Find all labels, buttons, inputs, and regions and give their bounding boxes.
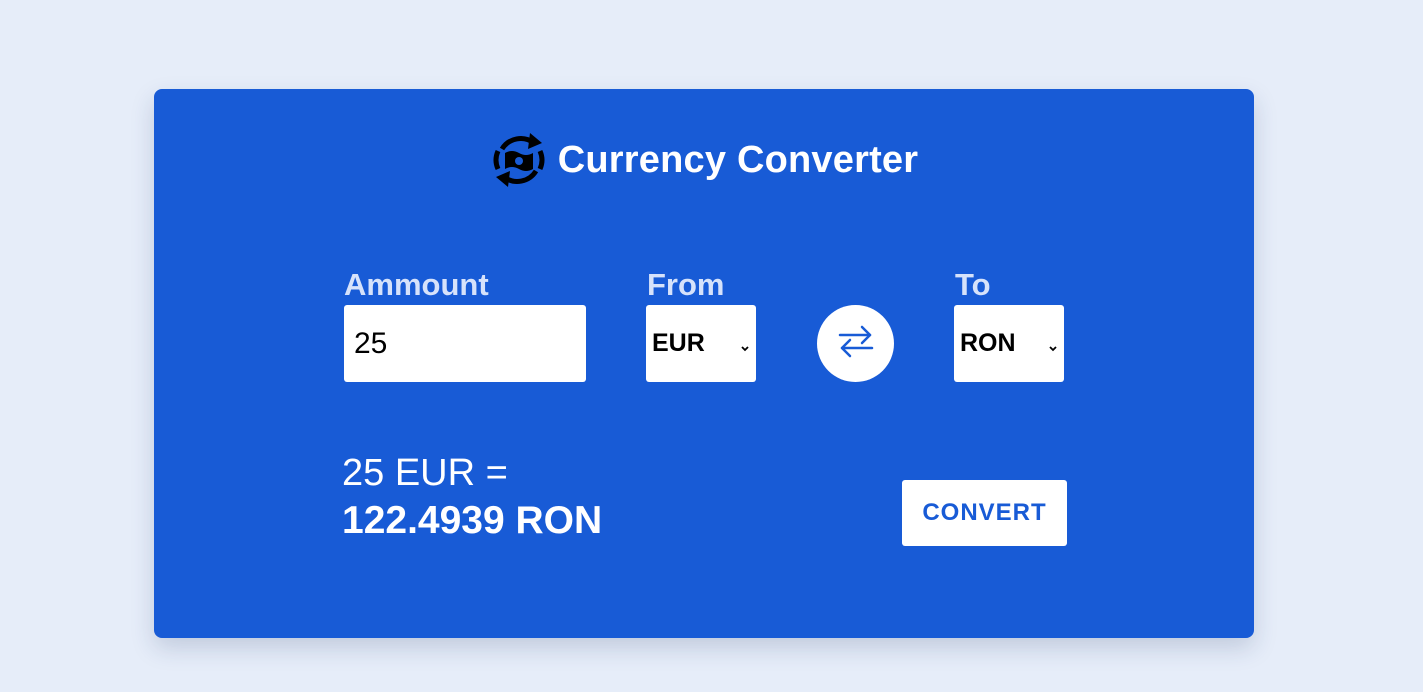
to-label: To xyxy=(955,267,991,302)
to-currency-select[interactable]: RON xyxy=(954,305,1064,382)
from-currency-value: EUR xyxy=(652,329,705,357)
amount-input[interactable] xyxy=(344,305,586,382)
page-title: Currency Converter xyxy=(557,138,919,181)
result-to-text: 122.4939 RON xyxy=(342,499,603,542)
chevron-down-icon xyxy=(1048,340,1058,351)
header: Currency Converter xyxy=(154,125,1254,195)
swap-arrows-icon xyxy=(836,321,876,366)
from-label: From xyxy=(647,267,725,302)
conversion-result: 25 EUR = 122.4939 RON xyxy=(342,450,602,546)
result-from-text: 25 EUR = xyxy=(342,452,508,494)
convert-button[interactable]: CONVERT xyxy=(902,480,1067,546)
converter-card: Currency Converter Ammount From EUR To R… xyxy=(154,89,1254,638)
chevron-down-icon xyxy=(740,340,750,351)
to-currency-value: RON xyxy=(960,329,1016,357)
amount-label: Ammount xyxy=(344,267,489,302)
swap-button[interactable] xyxy=(817,305,894,382)
currency-exchange-icon xyxy=(490,125,548,195)
from-currency-select[interactable]: EUR xyxy=(646,305,756,382)
